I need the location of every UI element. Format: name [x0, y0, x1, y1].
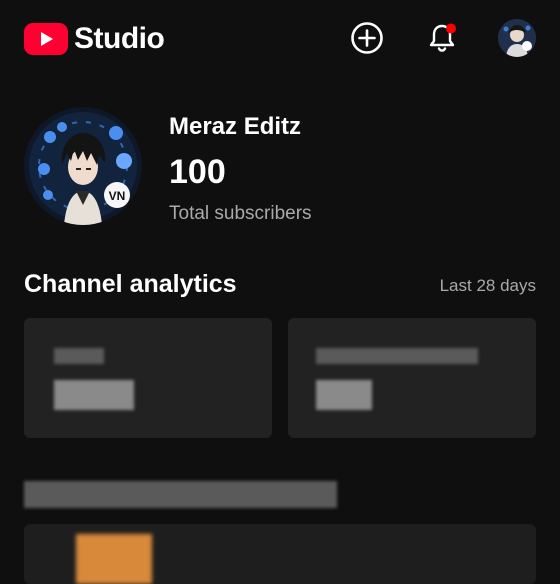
- redacted-section-heading: [24, 481, 337, 508]
- svg-text:VN: VN: [109, 189, 126, 203]
- channel-name: Meraz Editz: [169, 113, 302, 140]
- create-icon: [351, 22, 383, 54]
- notifications-icon: [429, 23, 456, 52]
- youtube-studio-logo[interactable]: Studio: [24, 22, 165, 56]
- create-button[interactable]: [349, 20, 385, 56]
- account-avatar[interactable]: [498, 19, 536, 57]
- redacted-value: [316, 380, 372, 410]
- logo-text: Studio: [74, 22, 165, 55]
- analytics-card-watch-time[interactable]: [288, 318, 536, 438]
- subscriber-label: Total subscribers: [169, 203, 312, 224]
- analytics-period[interactable]: Last 28 days: [440, 276, 536, 296]
- channel-analytics-title: Channel analytics: [24, 270, 237, 298]
- channel-avatar-image: VN: [24, 107, 142, 225]
- channel-summary: VN Meraz Editz 100 Total subscribers: [24, 107, 536, 225]
- youtube-play-icon: [24, 23, 68, 55]
- notifications-button[interactable]: [424, 20, 460, 56]
- account-avatar-image: [498, 19, 536, 57]
- redacted-value: [54, 380, 134, 410]
- subscriber-count: 100: [169, 153, 226, 191]
- top-app-bar: Studio: [0, 0, 560, 78]
- analytics-card-views[interactable]: [24, 318, 272, 438]
- redacted-label: [54, 348, 104, 364]
- channel-avatar[interactable]: VN: [24, 107, 142, 225]
- redacted-label: [316, 348, 478, 364]
- content-row[interactable]: [24, 524, 536, 584]
- content-thumbnail: [76, 534, 152, 584]
- notification-badge-dot: [446, 23, 456, 34]
